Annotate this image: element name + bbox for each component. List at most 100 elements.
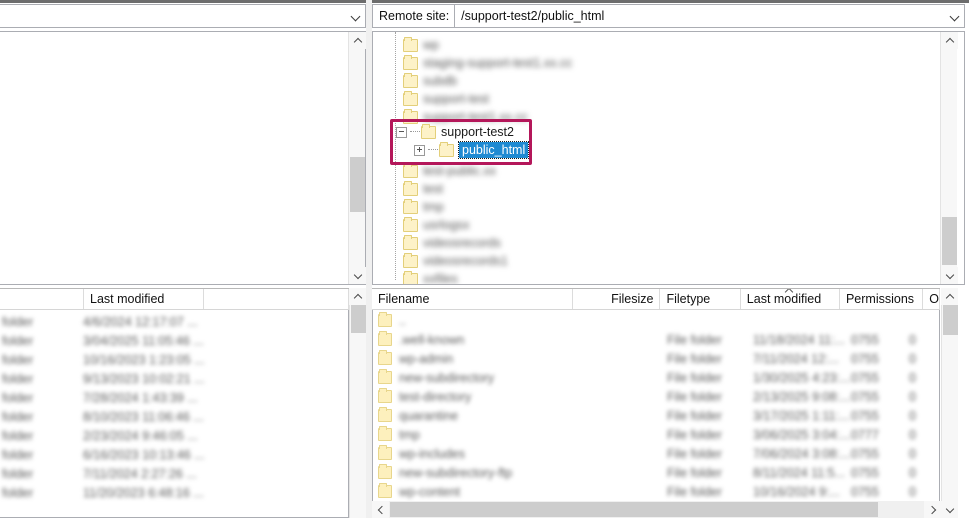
table-row[interactable]: folder 6/16/2023 10:13:46 ...	[0, 445, 348, 465]
cell-filetype: File folder	[667, 484, 722, 499]
cell-filetype: File folder	[667, 351, 722, 366]
cell-last-modified: 11/20/2023 6:48:16 ...	[83, 485, 204, 500]
table-row[interactable]: folder 8/10/2023 11:06:46 ...	[0, 407, 348, 427]
tree-item-support-test2[interactable]: support-test2	[396, 123, 514, 141]
cell-filename: wp-admin	[399, 351, 454, 366]
tree-item-label: support-test	[423, 92, 490, 106]
local-file-list-header[interactable]: type Last modified	[0, 288, 349, 310]
folder-icon	[378, 483, 392, 499]
local-list-scroll-up-button[interactable]	[349, 288, 366, 306]
table-row[interactable]: ..	[373, 311, 939, 331]
cell-permissions: 0755	[851, 408, 879, 423]
table-row[interactable]: folder 7/28/2024 1:43:39 ...	[0, 388, 348, 408]
table-row[interactable]: folder 7/11/2024 2:27:26 ...	[0, 464, 348, 484]
cell-last-modified: 7/11/2024 2:27:26 ...	[83, 466, 197, 481]
table-row[interactable]: folder 4/6/2024 12:17:07 ...	[0, 312, 348, 332]
table-row[interactable]: new-subdirectory File folder 1/30/2025 4…	[373, 368, 939, 388]
cell-permissions: 0777	[851, 427, 879, 442]
tree-item[interactable]: test	[403, 180, 443, 198]
remote-directory-tree[interactable]: wp staging-support-test1.xx.cc subdb sup…	[372, 31, 965, 285]
tree-item[interactable]: subdb	[403, 72, 457, 90]
scrollbar-thumb[interactable]	[350, 157, 365, 212]
scrollbar-thumb[interactable]	[390, 502, 878, 517]
local-tree-scrollbar[interactable]	[348, 32, 366, 284]
table-row[interactable]: folder 10/16/2023 1:23:05 ...	[0, 350, 348, 370]
scroll-down-button[interactable]	[349, 267, 366, 284]
cell-owner-group: 0	[909, 427, 916, 442]
remote-site-label: Remote site:	[372, 4, 456, 28]
cell-last-modified: 7/28/2024 1:43:39 ...	[83, 390, 198, 405]
chevron-down-icon[interactable]	[947, 5, 964, 27]
remote-file-list-hscrollbar[interactable]	[372, 501, 941, 518]
scrollbar-thumb[interactable]	[943, 305, 958, 335]
column-header-filetype[interactable]: type	[0, 289, 84, 309]
local-directory-tree[interactable]: files ackups	[0, 31, 366, 285]
column-header-extra[interactable]	[204, 289, 349, 309]
local-file-list-scrollbar[interactable]	[349, 305, 366, 518]
tree-item[interactable]: xxfiles	[403, 270, 458, 284]
pane-splitter[interactable]	[366, 0, 372, 518]
remote-list-scroll-up-button[interactable]	[941, 288, 958, 306]
column-header-filesize[interactable]: Filesize	[573, 289, 661, 309]
tree-item-label: wp	[423, 38, 439, 52]
scroll-up-button[interactable]	[941, 32, 958, 49]
table-row[interactable]: folder 2/23/2024 9:46:05 ...	[0, 426, 348, 446]
table-row[interactable]: wp-includes File folder 7/06/2024 3:08:.…	[373, 444, 939, 464]
scroll-left-button[interactable]	[372, 501, 389, 518]
scroll-down-button[interactable]	[941, 267, 958, 284]
table-row[interactable]: test-directory File folder 2/13/2025 9:0…	[373, 387, 939, 407]
tree-item-label: videosrecords	[423, 236, 501, 250]
remote-site-combo[interactable]: /support-test2/public_html	[455, 4, 965, 28]
tree-item-label: tmp	[423, 200, 444, 214]
expand-plus-icon[interactable]	[414, 144, 425, 156]
cell-last-modified: 1/30/2025 4:23:...	[753, 370, 851, 385]
table-row[interactable]: folder 3/04/2025 11:05:46 ...	[0, 331, 348, 351]
local-file-list[interactable]: folder 4/6/2024 12:17:07 ... folder 3/04…	[0, 310, 349, 518]
remote-file-list-scrollbar[interactable]	[941, 305, 958, 501]
table-row[interactable]: folder 9/13/2023 10:02:21 ...	[0, 369, 348, 389]
table-row[interactable]: quarantine File folder 3/17/2025 1:11:..…	[373, 406, 939, 426]
scroll-up-button[interactable]	[349, 32, 366, 49]
remote-tree-scrollbar[interactable]	[940, 32, 958, 284]
tree-item[interactable]: videosrecords1	[403, 252, 508, 270]
column-header-filename[interactable]: Filename	[372, 289, 574, 309]
remote-list-scroll-down-button[interactable]	[941, 501, 958, 518]
cell-last-modified: 2/23/2024 9:46:05 ...	[83, 428, 198, 443]
cell-filetype: File folder	[667, 389, 722, 404]
tree-item[interactable]: test-public.xx	[403, 162, 496, 180]
window-top-rule-right	[372, 0, 969, 3]
remote-file-list[interactable]: .. .well-known File folder 11/18/2024 11…	[372, 310, 940, 518]
column-header-owner-group[interactable]: O	[923, 289, 940, 309]
scrollbar-thumb[interactable]	[942, 217, 957, 265]
chevron-down-icon[interactable]	[348, 5, 365, 27]
local-site-combo[interactable]	[0, 4, 366, 28]
column-header-permissions[interactable]: Permissions	[840, 289, 924, 309]
table-row[interactable]: new-subdirectory-ftp File folder 8/11/20…	[373, 463, 939, 483]
tree-item[interactable]: tmp	[403, 198, 444, 216]
table-row[interactable]: .well-known File folder 11/18/2024 11:..…	[373, 330, 939, 350]
tree-connector-dots	[428, 149, 438, 151]
column-header-last-modified[interactable]: Last modified	[741, 289, 840, 309]
remote-file-list-header[interactable]: Filename Filesize Filetype Last modified…	[372, 288, 940, 310]
collapse-minus-icon[interactable]	[396, 126, 407, 138]
tree-item[interactable]: staging-support-test1.xx.cc	[403, 54, 572, 72]
remote-site-value: /support-test2/public_html	[461, 9, 605, 23]
table-row[interactable]: tmp File folder 3/06/2025 3:04:... 0777 …	[373, 425, 939, 445]
column-header-last-modified[interactable]: Last modified	[84, 289, 204, 309]
tree-item[interactable]: wp	[403, 36, 439, 54]
scroll-right-button[interactable]	[924, 501, 941, 518]
scrollbar-thumb[interactable]	[351, 305, 366, 333]
table-row[interactable]: folder 11/20/2023 6:48:16 ...	[0, 483, 348, 503]
folder-icon	[403, 72, 418, 88]
cell-filetype: File folder	[667, 427, 722, 442]
tree-item[interactable]: videosrecords	[403, 234, 501, 252]
table-row[interactable]: wp-admin File folder 7/11/2024 12:... 07…	[373, 349, 939, 369]
folder-icon	[403, 90, 418, 106]
table-row[interactable]: wp-content File folder 10/16/2024 9:... …	[373, 482, 939, 502]
tree-item[interactable]: support-test	[403, 90, 489, 108]
tree-item-public-html[interactable]: public_html	[414, 141, 530, 159]
column-header-filetype[interactable]: Filetype	[660, 289, 741, 309]
cell-filename: wp-includes	[399, 446, 466, 461]
tree-item[interactable]: usrlogsx	[403, 216, 470, 234]
folder-icon	[403, 216, 418, 232]
